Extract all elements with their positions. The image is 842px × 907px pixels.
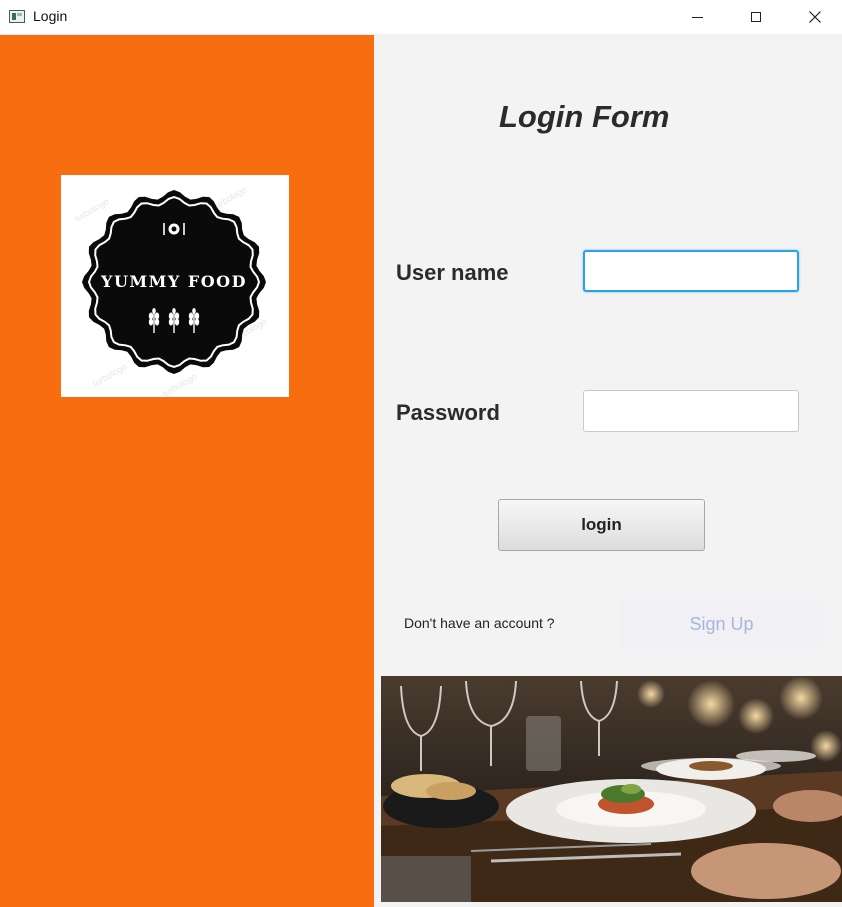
signup-button[interactable]: Sign Up: [619, 600, 824, 648]
no-account-text: Don't have an account ?: [404, 615, 555, 631]
restaurant-table-image: [381, 676, 842, 902]
form-title: Login Form: [499, 99, 670, 134]
password-label: Password: [396, 400, 500, 425]
restaurant-photo: [381, 676, 842, 902]
close-icon: [809, 11, 821, 23]
maximize-button[interactable]: [727, 0, 785, 34]
brand-panel: turbologo turbologo turbologo turbologo …: [0, 35, 374, 907]
login-button[interactable]: login: [498, 499, 705, 551]
close-button[interactable]: [786, 0, 842, 34]
password-input[interactable]: [583, 390, 799, 432]
window-titlebar: Login: [0, 0, 842, 35]
logo-card: turbologo turbologo turbologo turbologo …: [61, 175, 289, 399]
username-label: User name: [396, 260, 509, 285]
username-input[interactable]: [583, 250, 799, 292]
minimize-icon: [691, 16, 703, 18]
brand-text: YUMMY FOOD: [100, 272, 247, 291]
window-title: Login: [33, 8, 68, 24]
yummy-food-logo: YUMMY FOOD: [82, 190, 266, 374]
minimize-button[interactable]: [668, 0, 726, 34]
login-panel: Login Form User name Password login Don'…: [374, 35, 842, 907]
app-window-icon: [9, 10, 25, 23]
maximize-icon: [751, 12, 761, 22]
